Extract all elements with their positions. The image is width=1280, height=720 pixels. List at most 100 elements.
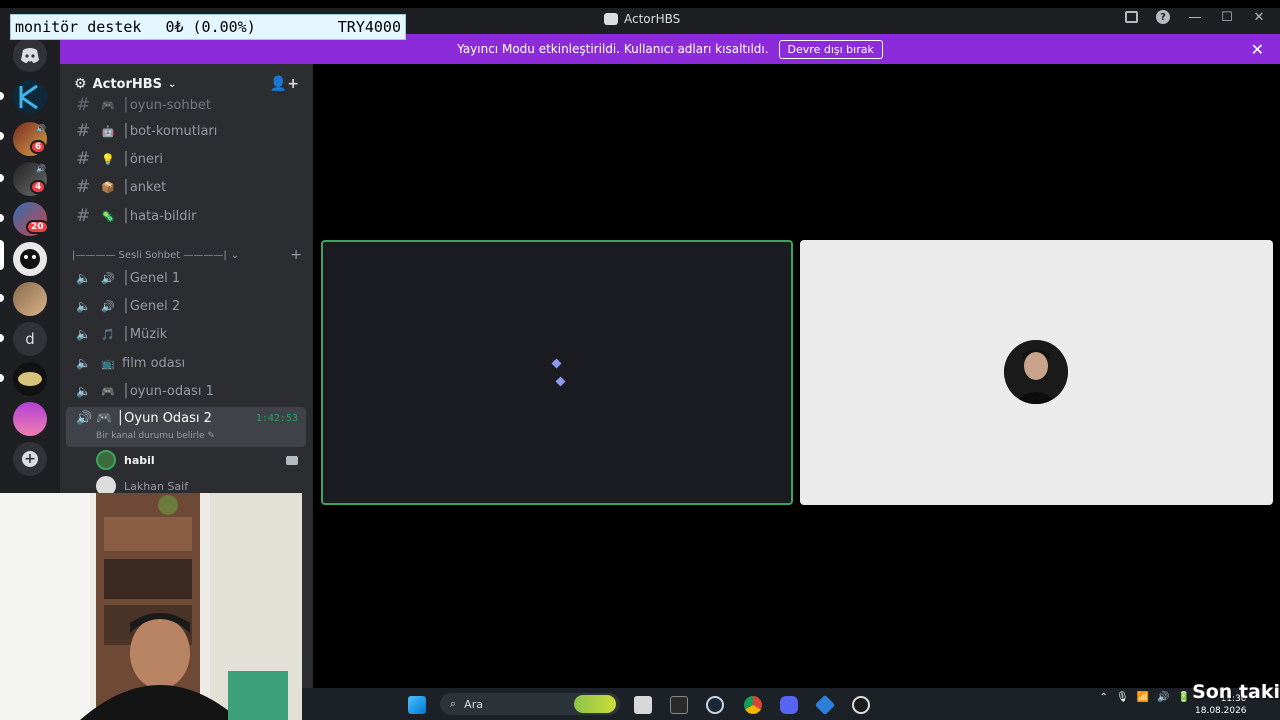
voice-stage	[313, 64, 1280, 688]
mention-badge: 6	[30, 140, 47, 154]
channel-bot-komutlari[interactable]: # 🤖 │bot-komutları	[68, 118, 306, 144]
channel-emoji: 🔊	[101, 271, 115, 285]
channel-emoji: 🤖	[101, 124, 115, 138]
close-window-button[interactable]: ✕	[1252, 10, 1266, 25]
minimize-button[interactable]: —	[1188, 10, 1202, 25]
chevron-down-icon: ⌄	[168, 78, 177, 90]
channel-emoji: 💡	[101, 152, 115, 166]
server-icon[interactable]	[13, 282, 47, 316]
voice-activity-icon: 🔊	[36, 124, 46, 133]
steam-icon[interactable]	[706, 696, 724, 714]
hash-icon: #	[76, 121, 91, 141]
voice-channel-oyun-odasi-1[interactable]: 🔈 🎮 │oyun-odası 1	[68, 378, 306, 404]
add-user-icon[interactable]: 👤+	[270, 76, 299, 92]
hash-icon: #	[76, 177, 91, 197]
channel-emoji: 🦠	[101, 209, 115, 223]
channel-label: │Müzik	[122, 326, 168, 342]
wifi-icon[interactable]: 📶	[1137, 692, 1149, 703]
voice-category-header[interactable]: |———— Sesli Sohbet ————| ⌄ +	[72, 247, 302, 263]
unread-pill	[0, 214, 4, 222]
channel-emoji: 🎮	[101, 384, 115, 398]
channel-label: │oyun-odası 1	[122, 383, 214, 399]
taskbar-search[interactable]: ⌕ Ara	[440, 693, 620, 715]
volume-icon[interactable]: 🔊	[1157, 692, 1169, 703]
clock-date: 18.08.2026	[1195, 706, 1247, 716]
microphone-icon[interactable]: 🎙	[1116, 692, 1129, 703]
unread-pill	[0, 334, 4, 342]
unread-pill	[0, 374, 4, 382]
channel-anket[interactable]: # 📦 │anket	[68, 174, 306, 200]
add-channel-icon[interactable]: +	[290, 247, 302, 263]
channel-oyun-sohbet[interactable]: # 🎮 │oyun-sohbet	[68, 92, 306, 118]
voice-channel-genel-1[interactable]: 🔈 🔊 │Genel 1	[68, 265, 306, 291]
unread-pill	[0, 294, 4, 302]
speaker-icon: 🔈	[76, 271, 91, 285]
voice-channel-muzik[interactable]: 🔈 🎵 │Müzik	[68, 321, 306, 347]
channel-oneri[interactable]: # 💡 │öneri	[68, 146, 306, 172]
participant-tile[interactable]	[800, 240, 1273, 505]
search-icon: ⌕	[450, 697, 457, 710]
category-label: |———— Sesli Sohbet ————|	[72, 249, 227, 261]
mention-badge: 20	[26, 220, 49, 234]
banner-text: Yayıncı Modu etkinleştirildi. Kullanıcı …	[457, 42, 769, 56]
chrome-icon[interactable]	[744, 696, 762, 714]
pencil-icon: ✎	[207, 431, 215, 441]
server-icon[interactable]: d	[13, 322, 47, 356]
channel-label: │öneri	[122, 151, 163, 167]
add-server-icon[interactable]: +	[13, 442, 47, 476]
channel-label: │Genel 1	[122, 270, 181, 286]
call-duration: 1:42:53	[255, 413, 298, 424]
server-icon[interactable]	[13, 402, 47, 436]
maximize-button[interactable]: ☐	[1220, 10, 1234, 25]
start-icon[interactable]	[408, 696, 426, 714]
voice-channel-oyun-odasi-2[interactable]: 🔊 🎮 │Oyun Odası 2 1:42:53 Bir kanal duru…	[66, 407, 306, 447]
file-explorer-icon[interactable]	[634, 696, 652, 714]
search-label: Ara	[464, 697, 483, 711]
search-highlight-image	[574, 695, 616, 713]
unread-pill	[0, 132, 4, 140]
streamer-webcam	[0, 493, 302, 720]
screen-top-edge	[0, 0, 1280, 8]
voice-user[interactable]: habil	[96, 448, 306, 472]
server-icon[interactable]	[13, 80, 47, 114]
channel-label: │Oyun Odası 2	[116, 411, 212, 426]
channel-emoji: 📺	[101, 356, 115, 370]
channel-emoji: 🎮	[101, 98, 115, 112]
window-controls: ? — ☐ ✕	[1124, 10, 1266, 25]
chevron-up-icon[interactable]: ⌃	[1100, 692, 1108, 703]
server-icon[interactable]	[13, 242, 47, 276]
voice-user-name: habil	[124, 453, 155, 467]
disable-streamer-mode-button[interactable]: Devre dışı bırak	[778, 39, 883, 59]
epic-games-icon[interactable]	[670, 696, 688, 714]
app-icon[interactable]	[814, 694, 836, 716]
discord-icon[interactable]	[780, 696, 798, 714]
hash-icon: #	[76, 95, 91, 115]
battery-icon[interactable]: 🔋	[1178, 692, 1190, 703]
camera-icon	[286, 455, 298, 465]
voice-channel-genel-2[interactable]: 🔈 🔊 │Genel 2	[68, 293, 306, 319]
channel-emoji: 🔊	[101, 299, 115, 313]
inbox-icon[interactable]	[1124, 10, 1138, 24]
status-text: Bir kanal durumu belirle	[96, 431, 205, 441]
channel-status-prompt[interactable]: Bir kanal durumu belirle ✎	[96, 431, 215, 441]
active-server-pill	[0, 240, 4, 270]
overlay-goal: TRY4000	[337, 18, 401, 36]
voice-user-name: Lakhan Saif	[124, 479, 189, 493]
channel-hata-bildir[interactable]: # 🦠 │hata-bildir	[68, 203, 306, 229]
voice-activity-icon: 🔊	[36, 164, 46, 173]
server-settings-icon: ⚙	[74, 76, 87, 92]
channel-emoji: 🎮	[96, 411, 113, 426]
voice-channel-film-odasi[interactable]: 🔈 📺 film odası	[68, 350, 306, 376]
chevron-down-icon: ⌄	[230, 249, 240, 261]
server-icon[interactable]	[13, 362, 47, 396]
help-icon[interactable]: ?	[1156, 10, 1170, 24]
unread-pill	[0, 92, 4, 100]
hash-icon: #	[76, 206, 91, 226]
speaker-icon: 🔈	[76, 327, 91, 341]
channel-label: │hata-bildir	[122, 208, 197, 224]
discord-home-icon[interactable]	[13, 38, 47, 72]
speaker-icon: 🔈	[76, 384, 91, 398]
obs-icon[interactable]	[852, 696, 870, 714]
stream-tile-loading[interactable]	[321, 240, 793, 505]
close-icon[interactable]: ✕	[1251, 40, 1264, 59]
